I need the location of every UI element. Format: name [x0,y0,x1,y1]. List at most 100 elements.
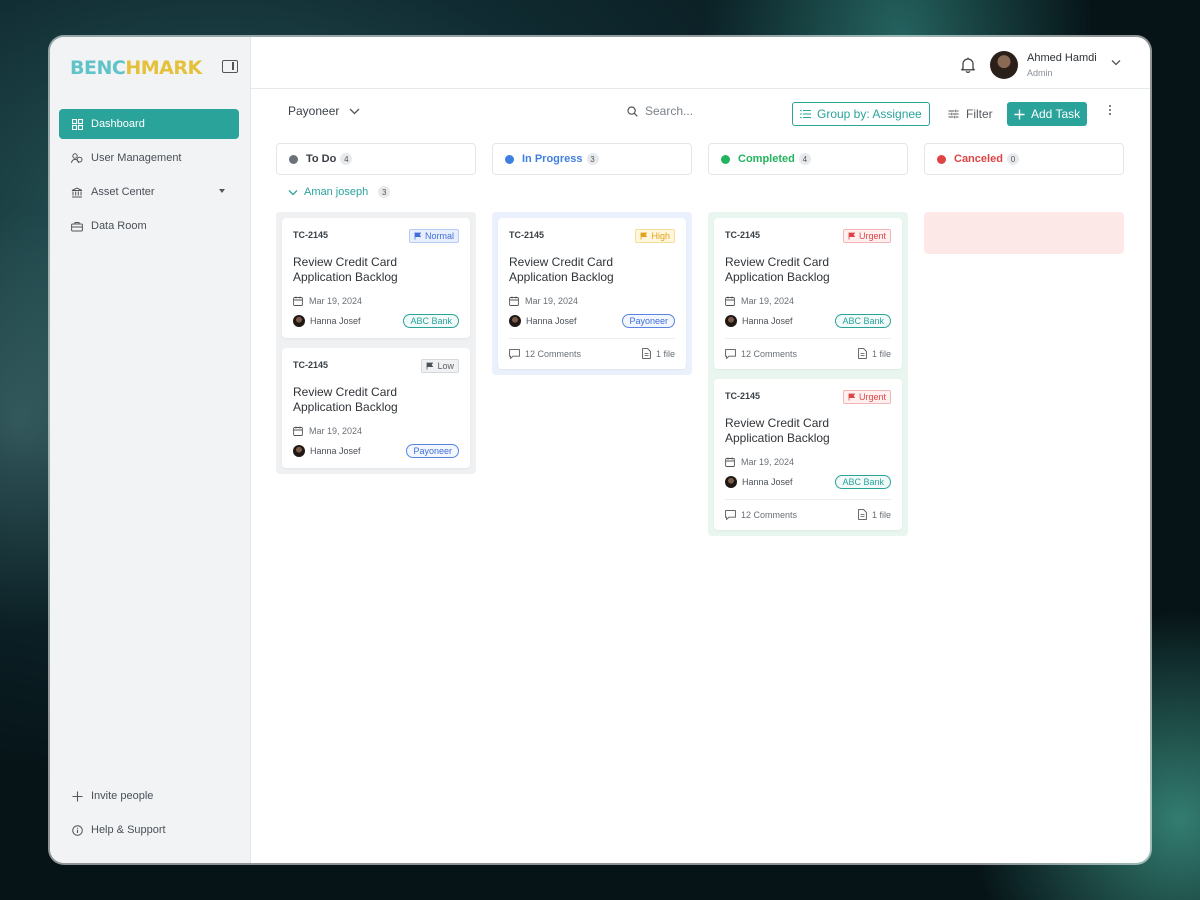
group-by-label: Group by: Assignee [817,107,922,121]
priority-badge[interactable]: Urgent [842,390,891,404]
comment-icon [725,348,736,359]
task-date: Mar 19, 2024 [725,457,891,467]
task-meta-row: Hanna Josef Payoneer [293,444,459,458]
bell-icon[interactable] [959,56,977,74]
task-card[interactable]: TC-2145 Normal Review Credit Card Applic… [282,218,470,338]
avatar[interactable] [990,51,1018,79]
search-input[interactable]: Search... [627,104,693,118]
avatar [725,315,737,327]
task-card[interactable]: TC-2145 Urgent Review Credit Card Applic… [714,379,902,530]
briefcase-icon [71,220,83,232]
task-date: Mar 19, 2024 [293,296,459,306]
sidebar-item-data-room[interactable]: Data Room [59,211,239,241]
column-in-progress: TC-2145 High Review Credit Card Applicat… [492,212,692,375]
top-bar: Ahmed Hamdi Admin [251,37,1150,89]
priority-badge[interactable]: Urgent [842,229,891,243]
sidebar-item-label: User Management [91,152,182,164]
group-by-button[interactable]: Group by: Assignee [792,102,930,126]
files-link[interactable]: 1 file [642,348,675,359]
calendar-icon [725,296,735,306]
priority-badge[interactable]: Normal [408,229,459,243]
help-support-button[interactable]: Help & Support [59,815,239,845]
sidebar-item-label: Data Room [91,220,147,232]
status-dot [505,154,514,164]
search-placeholder: Search... [645,104,694,118]
sidebar-item-asset-center[interactable]: Asset Center [59,177,239,207]
column-todo: TC-2145 Normal Review Credit Card Applic… [276,212,476,474]
column-canceled [924,212,1124,254]
task-card[interactable]: TC-2145 High Review Credit Card Applicat… [498,218,686,369]
assignee[interactable]: Hanna Josef [725,476,793,488]
invite-people-label: Invite people [91,790,154,802]
flag-icon [848,393,856,401]
search-icon [627,105,638,117]
more-options-icon[interactable] [1107,105,1113,123]
assignee-group-toggle[interactable]: Aman joseph 3 [288,186,391,198]
users-icon [71,152,83,164]
chevron-down-icon[interactable] [219,189,225,193]
assignee[interactable]: Hanna Josef [293,445,361,457]
sidebar-item-user-management[interactable]: User Management [59,143,239,173]
sidebar-item-dashboard[interactable]: Dashboard [59,109,239,139]
filter-label: Filter [966,107,993,121]
organization-tag[interactable]: ABC Bank [835,314,891,328]
invite-people-button[interactable]: Invite people [59,781,239,811]
column-header-in-progress[interactable]: In Progress 3 [492,143,692,175]
task-title: Review Credit Card Application Backlog [725,255,830,284]
task-meta-row: Hanna Josef ABC Bank [725,314,891,328]
organization-tag[interactable]: ABC Bank [403,314,459,328]
comment-icon [509,348,520,359]
comment-icon [725,509,736,520]
files-link[interactable]: 1 file [858,348,891,359]
task-footer: 12 Comments 1 file [725,499,891,520]
organization-tag[interactable]: ABC Bank [835,475,891,489]
sidebar-bottom: Invite people Help & Support [59,781,239,849]
assignee[interactable]: Hanna Josef [725,315,793,327]
task-card[interactable]: TC-2145 Low Review Credit Card Applicati… [282,348,470,468]
column-header-canceled[interactable]: Canceled 0 [924,143,1124,175]
workspace-select[interactable]: Payoneer [288,104,360,118]
column-count: 4 [798,153,811,165]
task-card[interactable]: TC-2145 Urgent Review Credit Card Applic… [714,218,902,369]
priority-badge[interactable]: Low [421,359,459,373]
column-completed: TC-2145 Urgent Review Credit Card Applic… [708,212,908,536]
calendar-icon [725,457,735,467]
assignee[interactable]: Hanna Josef [509,315,577,327]
organization-tag[interactable]: Payoneer [622,314,675,328]
info-icon [71,824,83,836]
logo[interactable]: BENCHMARK [70,57,202,79]
assignee[interactable]: Hanna Josef [293,315,361,327]
avatar [293,445,305,457]
task-meta-row: Hanna Josef ABC Bank [725,475,891,489]
sidebar-toggle-icon[interactable] [222,60,238,73]
file-icon [858,348,867,359]
user-name[interactable]: Ahmed Hamdi [1027,52,1097,64]
app-window: BENCHMARK Dashboard User Management Asse… [50,37,1150,863]
column-header-completed[interactable]: Completed 4 [708,143,908,175]
status-dot [289,154,298,164]
add-task-button[interactable]: Add Task [1007,102,1088,126]
files-link[interactable]: 1 file [858,509,891,520]
task-footer: 12 Comments 1 file [509,338,675,359]
comments-link[interactable]: 12 Comments [725,348,797,359]
comments-link[interactable]: 12 Comments [725,509,797,520]
filter-button[interactable]: Filter [948,102,993,126]
comments-link[interactable]: 12 Comments [509,348,581,359]
calendar-icon [509,296,519,306]
flag-icon [641,232,648,240]
task-meta-row: Hanna Josef Payoneer [509,314,675,328]
chevron-down-icon [288,189,298,195]
plus-icon [71,790,83,802]
priority-badge[interactable]: High [635,229,675,243]
organization-tag[interactable]: Payoneer [406,444,459,458]
group-name: Aman joseph [304,186,369,198]
column-count: 4 [340,153,353,165]
flag-icon [848,232,856,240]
bank-icon [71,186,83,198]
chevron-down-icon[interactable] [1111,54,1121,66]
task-title: Review Credit Card Application Backlog [509,255,614,284]
task-date: Mar 19, 2024 [293,426,459,436]
column-header-todo[interactable]: To Do 4 [276,143,476,175]
task-date: Mar 19, 2024 [725,296,891,306]
chevron-down-icon [349,108,360,115]
